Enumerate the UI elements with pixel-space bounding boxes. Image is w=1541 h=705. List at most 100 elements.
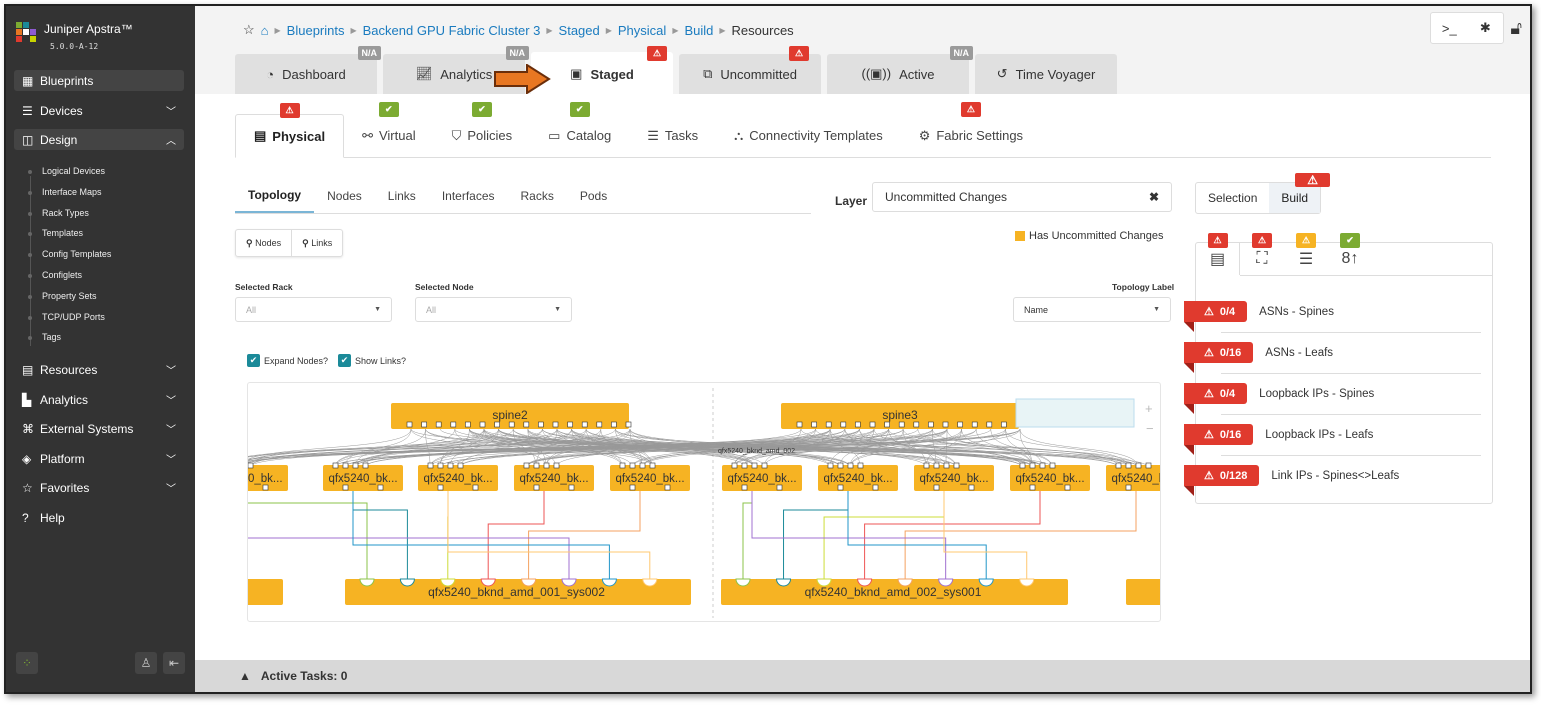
subtab-physical[interactable]: ▤ Physical ⚠ — [235, 114, 344, 158]
resource-item[interactable]: ⚠ 0/16 Loopback IPs - Leafs — [1184, 424, 1482, 445]
layer-select[interactable]: Uncommitted Changes ✖ — [872, 182, 1172, 212]
caret-down-icon: ▼ — [374, 306, 381, 313]
sidebar-subitem[interactable]: Property Sets — [42, 291, 97, 301]
sidebar-item-help[interactable]: ? Help — [14, 507, 184, 528]
tab-interfaces[interactable]: Interfaces — [429, 178, 508, 213]
subtab-catalog[interactable]: ▭ Catalog ✔ — [530, 114, 629, 157]
search-links-button[interactable]: ⚲ Links — [292, 230, 342, 256]
device-profiles-tab[interactable]: ⛶ ⚠ — [1240, 243, 1284, 275]
port — [958, 422, 963, 427]
expand-nodes-checkbox[interactable]: ✔ Expand Nodes? — [247, 354, 328, 367]
resources-tab[interactable]: ▤ ⚠ — [1196, 243, 1240, 275]
port — [534, 463, 539, 468]
resource-item[interactable]: ⚠ 0/128 Link IPs - Spines<>Leafs — [1184, 465, 1482, 486]
resource-item[interactable]: ⚠ 0/4 Loopback IPs - Spines — [1184, 383, 1482, 404]
resource-item[interactable]: ⚠ 0/16 ASNs - Leafs — [1184, 342, 1482, 363]
link — [944, 488, 1027, 579]
crumb-staged[interactable]: Staged — [559, 23, 600, 38]
clear-icon[interactable]: ✖ — [1149, 190, 1159, 204]
config-tab[interactable]: 8↑ ✔ — [1328, 243, 1372, 275]
topology-canvas[interactable]: spine2spine3qfx5240_bk...qfx5240_bk...qf… — [247, 382, 1161, 622]
subtab-tasks[interactable]: ☰ Tasks — [629, 114, 716, 157]
search-nodes-button[interactable]: ⚲ Nodes — [236, 230, 292, 256]
crumb-build[interactable]: Build — [684, 23, 713, 38]
crumb-blueprint[interactable]: Backend GPU Fabric Cluster 3 — [363, 23, 541, 38]
sidebar-item-platform[interactable]: ◈ Platform ﹀ — [14, 448, 184, 469]
apps-grid-icon[interactable]: ⁘ — [16, 652, 38, 674]
topology-label-select[interactable]: Name ▼ — [1013, 297, 1171, 322]
home-icon[interactable]: ⌂ — [261, 23, 269, 38]
tab-links[interactable]: Links — [375, 178, 429, 213]
submenu-dot — [28, 170, 32, 174]
tab-time-voyager[interactable]: ↺ Time Voyager — [975, 54, 1117, 94]
subtab-connectivity-templates[interactable]: ⛬ Connectivity Templates — [716, 114, 901, 157]
subtab-policies[interactable]: ⛉ Policies ✔ — [434, 114, 531, 157]
sidebar-item-design[interactable]: ◫ Design ︿ — [14, 129, 184, 150]
build-tab[interactable]: Build — [1269, 183, 1320, 213]
crumb-blueprints[interactable]: Blueprints — [287, 23, 345, 38]
system-node[interactable] — [1126, 579, 1161, 605]
port — [1126, 463, 1131, 468]
sidebar-subitem[interactable]: Interface Maps — [42, 187, 102, 197]
sidebar-footer: ⁘ ♙ ⇤ — [16, 652, 185, 674]
tab-pods[interactable]: Pods — [567, 178, 620, 213]
port — [742, 485, 747, 490]
sidebar-item-devices[interactable]: ☰ Devices ﹀ — [14, 100, 184, 121]
sidebar-subitem[interactable]: Rack Types — [42, 208, 89, 218]
selected-node-select[interactable]: All ▼ — [415, 297, 572, 322]
tab-topology[interactable]: Topology — [235, 178, 314, 213]
sidebar-item-resources[interactable]: ▤ Resources ﹀ — [14, 359, 184, 380]
zoom-out-icon[interactable]: − — [1146, 421, 1154, 436]
link — [448, 488, 650, 579]
devices-tab[interactable]: ☰ ⚠ — [1284, 243, 1328, 275]
port — [732, 463, 737, 468]
tab-uncommitted[interactable]: ⧉ Uncommitted ⚠ — [679, 54, 821, 94]
bug-icon[interactable]: ✱ — [1467, 20, 1503, 36]
sidebar-subitem[interactable]: TCP/UDP Ports — [42, 312, 105, 322]
system-node[interactable] — [248, 579, 283, 605]
subtab-virtual[interactable]: ⚯ Virtual ✔ — [344, 114, 434, 157]
count: 0/16 — [1220, 429, 1241, 441]
unlock-icon[interactable]: 🔓︎ — [1510, 18, 1522, 39]
resource-count-flag: ⚠ 0/16 — [1184, 342, 1253, 363]
ok-badge: ✔ — [570, 102, 590, 117]
minimap[interactable] — [1016, 399, 1134, 427]
apstra-logo — [16, 22, 36, 42]
port — [826, 422, 831, 427]
cli-icon[interactable]: >_ — [1431, 21, 1467, 36]
platform-icon: ◈ — [22, 452, 40, 466]
user-icon[interactable]: ♙ — [135, 652, 157, 674]
zoom-in-icon[interactable]: + — [1145, 401, 1153, 416]
favorite-star-icon[interactable]: ☆ — [243, 22, 255, 38]
tab-dashboard[interactable]: ◔ Dashboard N/A — [235, 54, 377, 94]
staged-subtabs: ▤ Physical ⚠ ⚯ Virtual ✔ ⛉ Policies ✔ ▭ Catalog… — [235, 114, 1491, 158]
link — [784, 488, 848, 579]
tab-nodes[interactable]: Nodes — [314, 178, 375, 213]
sidebar-subitem[interactable]: Logical Devices — [42, 166, 105, 176]
sidebar-subitem[interactable]: Tags — [42, 332, 61, 342]
crumb-physical[interactable]: Physical — [618, 23, 666, 38]
collapse-sidebar-icon[interactable]: ⇤ — [163, 652, 185, 674]
subtab-fabric-settings[interactable]: ⚙ Fabric Settings ⚠ — [901, 114, 1041, 157]
design-icon: ◫ — [22, 133, 40, 147]
port — [620, 463, 625, 468]
sidebar-subitem[interactable]: Templates — [42, 228, 83, 238]
resource-item[interactable]: ⚠ 0/4 ASNs - Spines — [1184, 301, 1482, 322]
sidebar-item-blueprints[interactable]: ▦ Blueprints — [14, 70, 184, 91]
staged-icon: ▣ — [570, 66, 582, 82]
sidebar-item-external-systems[interactable]: ⌘ External Systems ﹀ — [14, 418, 184, 439]
selection-tab[interactable]: Selection — [1196, 183, 1269, 213]
tab-racks[interactable]: Racks — [508, 178, 567, 213]
sidebar-item-analytics[interactable]: ▙ Analytics ﹀ — [14, 389, 184, 410]
show-links-checkbox[interactable]: ✔ Show Links? — [338, 354, 406, 367]
divider — [1221, 332, 1481, 333]
active-tasks-bar[interactable]: ▲ Active Tasks: 0 — [195, 660, 1530, 692]
sidebar-subitem[interactable]: Configlets — [42, 270, 82, 280]
warning-badge: ⚠ — [1296, 233, 1316, 248]
selected-rack-select[interactable]: All ▼ — [235, 297, 392, 322]
sidebar-item-favorites[interactable]: ☆ Favorites ﹀ — [14, 477, 184, 498]
count: 0/128 — [1220, 470, 1248, 482]
sidebar-subitem[interactable]: Config Templates — [42, 249, 111, 259]
tab-active[interactable]: ((▣)) Active N/A — [827, 54, 969, 94]
topology-graph[interactable]: spine2spine3qfx5240_bk...qfx5240_bk...qf… — [248, 383, 1161, 622]
